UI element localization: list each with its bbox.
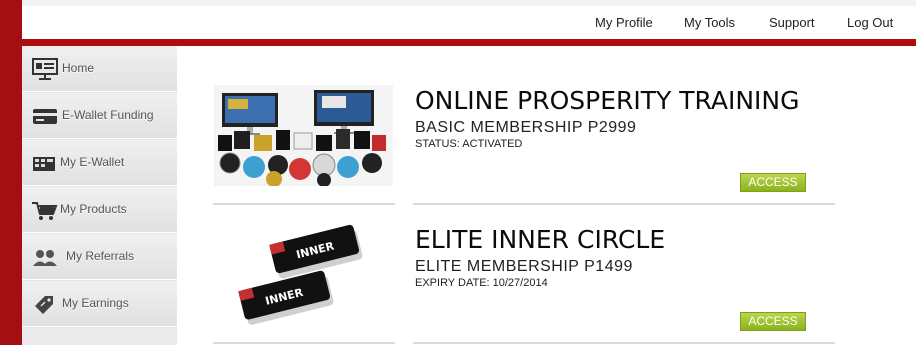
- sidebar-item-label: My Referrals: [66, 249, 135, 263]
- nav-my-profile[interactable]: My Profile: [595, 15, 653, 30]
- sidebar-item-label: My E-Wallet: [60, 155, 125, 169]
- product-membership: BASIC MEMBERSHIP P2999: [415, 119, 637, 136]
- shopping-cart-icon: [32, 202, 58, 220]
- product-membership: ELITE MEMBERSHIP P1499: [415, 258, 633, 275]
- nav-support[interactable]: Support: [769, 15, 815, 30]
- users-icon: [33, 250, 57, 266]
- product-status: STATUS: ACTIVATED: [415, 138, 523, 150]
- top-navigation: My Profile My Tools Support Log Out: [22, 6, 916, 39]
- main-content: ONLINE PROSPERITY TRAINING BASIC MEMBERS…: [177, 46, 916, 345]
- sidebar-item-label: Home: [62, 61, 95, 75]
- presentation-icon: [32, 58, 58, 80]
- divider: [213, 342, 395, 344]
- product-title: ONLINE PROSPERITY TRAINING: [415, 86, 800, 115]
- product-expiry-date: EXPIRY DATE: 10/27/2014: [415, 277, 548, 289]
- sidebar-item-label: My Products: [60, 202, 127, 216]
- sidebar-item-home[interactable]: Home: [22, 46, 177, 92]
- sidebar: Home E-Wallet Funding My E-Wallet My Pro…: [22, 46, 177, 345]
- access-button[interactable]: ACCESS: [740, 173, 806, 192]
- money-tag-icon: [35, 296, 53, 314]
- sidebar-bottom: [22, 328, 177, 345]
- product-image-elite-inner-circle: INNER INNER: [214, 218, 393, 328]
- divider: [413, 342, 835, 344]
- divider: [413, 203, 835, 205]
- sidebar-item-my-e-wallet[interactable]: My E-Wallet: [22, 140, 177, 186]
- access-button[interactable]: ACCESS: [740, 312, 806, 331]
- sidebar-item-e-wallet-funding[interactable]: E-Wallet Funding: [22, 93, 177, 139]
- product-image-online-prosperity-training: [214, 85, 393, 186]
- sidebar-item-my-products[interactable]: My Products: [22, 187, 177, 233]
- nav-my-tools[interactable]: My Tools: [684, 15, 735, 30]
- sidebar-item-my-earnings[interactable]: My Earnings: [22, 281, 177, 327]
- divider: [213, 203, 395, 205]
- header-red-rule: [22, 39, 916, 46]
- sidebar-item-label: My Earnings: [62, 296, 129, 310]
- product-title: ELITE INNER CIRCLE: [415, 225, 666, 254]
- left-accent-bar: [0, 0, 22, 345]
- nav-log-out[interactable]: Log Out: [847, 15, 893, 30]
- credit-card-icon: [33, 109, 57, 124]
- sidebar-item-label: E-Wallet Funding: [62, 108, 154, 122]
- wallet-icon: [33, 157, 55, 171]
- sidebar-item-my-referrals[interactable]: My Referrals: [22, 234, 177, 280]
